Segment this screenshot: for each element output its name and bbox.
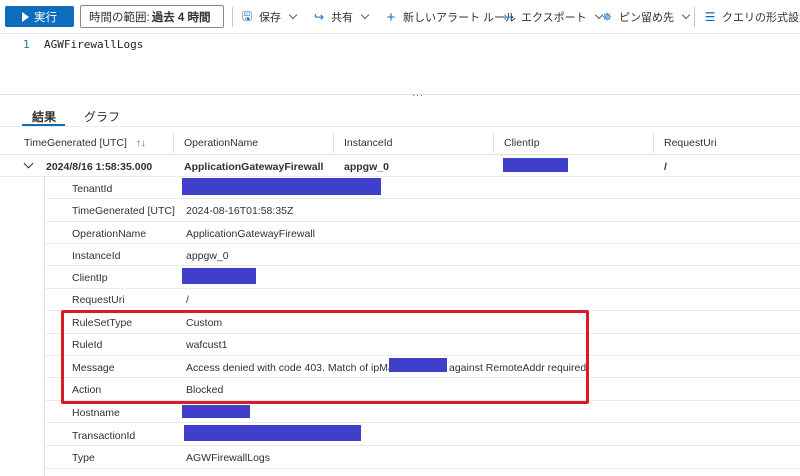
play-icon <box>22 11 29 22</box>
redacted-tenantid <box>182 178 381 195</box>
query-text[interactable]: AGWFirewallLogs <box>44 38 143 51</box>
column-divider[interactable] <box>173 133 174 153</box>
column-header-timegenerated[interactable]: TimeGenerated [UTC] ↑↓ <box>24 137 146 149</box>
detail-value-instanceid: appgw_0 <box>186 250 229 262</box>
plus-icon: + <box>386 8 396 26</box>
tab-chart[interactable]: グラフ <box>84 108 120 125</box>
cell-operation: ApplicationGatewayFirewall <box>184 161 324 173</box>
pin-label: ピン留め先 <box>619 12 674 24</box>
save-button[interactable]: 🖫 保存 <box>240 8 298 26</box>
run-label: 実行 <box>34 11 57 24</box>
row-divider <box>44 288 800 289</box>
line-number: 1 <box>23 38 30 51</box>
share-icon: ↪ <box>313 10 325 24</box>
column-header-operationname[interactable]: OperationName <box>184 137 258 149</box>
redacted-hostname <box>182 405 250 418</box>
format-query-button[interactable]: ☰ クエリの形式設定 <box>703 8 800 26</box>
detail-value-requesturi: / <box>186 294 189 306</box>
toolbar-divider <box>694 7 695 27</box>
detail-key-tenantid: TenantId <box>72 183 113 195</box>
save-label: 保存 <box>259 12 281 24</box>
time-range-label: 時間の範囲: <box>89 11 150 24</box>
column-divider[interactable] <box>333 133 334 153</box>
row-divider <box>44 221 800 222</box>
detail-key-clientip: ClientIp <box>72 272 108 284</box>
redacted-transactionid <box>184 425 361 441</box>
row-divider <box>44 468 800 469</box>
toolbar-divider <box>232 7 233 27</box>
detail-value-operationname: ApplicationGatewayFirewall <box>186 228 315 240</box>
pin-icon: ✵ <box>601 10 613 24</box>
save-icon: 🖫 <box>241 8 253 23</box>
detail-value-type: AGWFirewallLogs <box>186 452 271 464</box>
sort-icon[interactable]: ↑↓ <box>136 138 146 149</box>
chevron-down-icon <box>681 10 691 20</box>
column-label: TimeGenerated [UTC] <box>24 137 127 149</box>
row-divider <box>0 176 800 177</box>
export-label: エクスポート <box>521 12 587 24</box>
row-divider <box>44 243 800 244</box>
time-range-value: 過去 4 時間 <box>151 11 211 24</box>
cell-instance: appgw_0 <box>344 161 389 173</box>
row-divider <box>44 445 800 446</box>
new-alert-label: 新しいアラート ルール <box>403 12 517 24</box>
pane-splitter[interactable]: ··· <box>0 90 800 100</box>
redacted-clientip <box>503 158 568 172</box>
export-icon: ↦ <box>503 10 515 24</box>
tab-results[interactable]: 結果 <box>32 108 56 125</box>
column-divider[interactable] <box>493 133 494 153</box>
row-divider <box>44 198 800 199</box>
detail-key-transactionid: TransactionId <box>72 430 136 442</box>
query-editor[interactable]: 1 AGWFirewallLogs <box>0 34 800 94</box>
row-divider <box>44 265 800 266</box>
column-divider[interactable] <box>653 133 654 153</box>
query-toolbar: 実行 時間の範囲: 過去 4 時間 🖫 保存 ↪ 共有 + 新しいアラート ルー… <box>0 0 800 34</box>
column-header-requesturi[interactable]: RequestUri <box>664 137 717 149</box>
time-range-button[interactable]: 時間の範囲: 過去 4 時間 <box>80 5 224 28</box>
share-button[interactable]: ↪ 共有 <box>312 8 370 26</box>
pin-to-button[interactable]: ✵ ピン留め先 <box>600 8 691 26</box>
detail-key-requesturi: RequestUri <box>72 294 125 306</box>
header-divider <box>0 154 800 155</box>
redacted-clientip <box>182 268 256 284</box>
export-button[interactable]: ↦ エクスポート <box>502 8 603 26</box>
run-button[interactable]: 実行 <box>5 6 74 27</box>
chevron-down-icon <box>288 10 298 20</box>
detail-key-instanceid: InstanceId <box>72 250 121 262</box>
tab-divider <box>0 126 800 127</box>
column-header-clientip[interactable]: ClientIp <box>504 137 540 149</box>
detail-key-hostname: Hostname <box>72 407 120 419</box>
column-header-instanceid[interactable]: InstanceId <box>344 137 392 149</box>
row-divider <box>44 422 800 423</box>
detail-key-timegenerated: TimeGenerated [UTC] <box>72 205 175 217</box>
cell-time: 2024/8/16 1:58:35.000 <box>46 161 153 173</box>
format-lines-icon: ☰ <box>704 10 716 24</box>
share-label: 共有 <box>331 12 353 24</box>
cell-request-uri: / <box>664 161 667 173</box>
new-alert-rule-button[interactable]: + 新しいアラート ルール <box>384 8 516 26</box>
detail-value-timegenerated: 2024-08-16T01:58:35Z <box>186 205 294 217</box>
chevron-down-icon[interactable] <box>23 158 34 169</box>
format-label: クエリの形式設定 <box>722 12 800 24</box>
highlight-box <box>61 310 589 404</box>
drag-handle-icon[interactable]: ··· <box>412 90 424 100</box>
chevron-down-icon <box>360 10 370 20</box>
detail-key-operationname: OperationName <box>72 228 147 240</box>
detail-key-type: Type <box>72 452 95 464</box>
